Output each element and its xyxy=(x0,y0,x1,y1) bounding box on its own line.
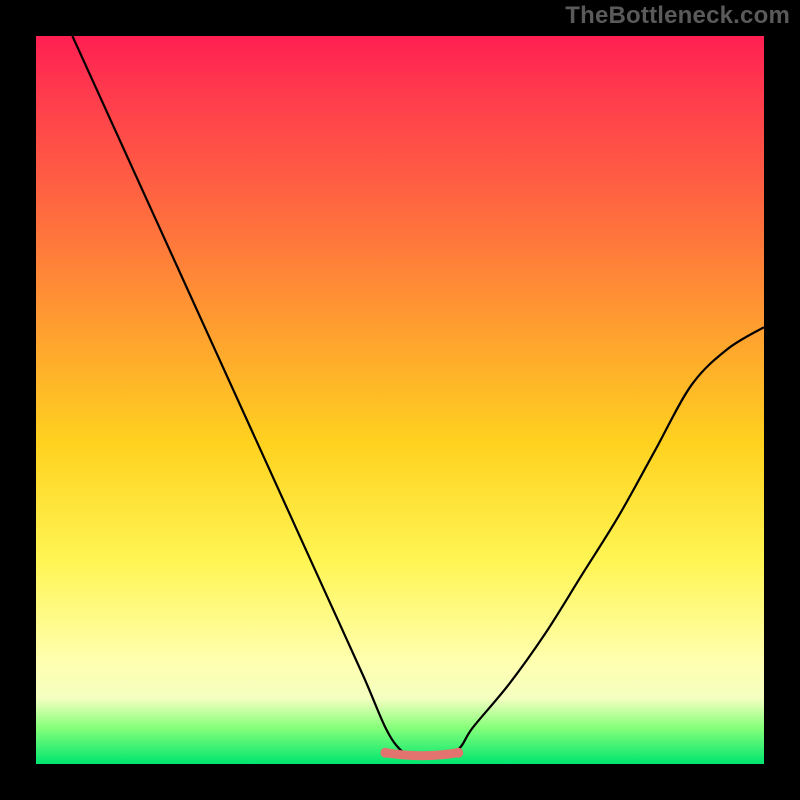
valley-dot-right xyxy=(453,748,463,758)
bottleneck-curve-line xyxy=(72,36,764,758)
valley-dot-left xyxy=(380,748,390,758)
curve-svg xyxy=(36,36,764,764)
chart-frame: TheBottleneck.com xyxy=(0,0,800,800)
valley-highlight xyxy=(385,753,458,756)
watermark-text: TheBottleneck.com xyxy=(565,2,790,30)
plot-area xyxy=(36,36,764,764)
